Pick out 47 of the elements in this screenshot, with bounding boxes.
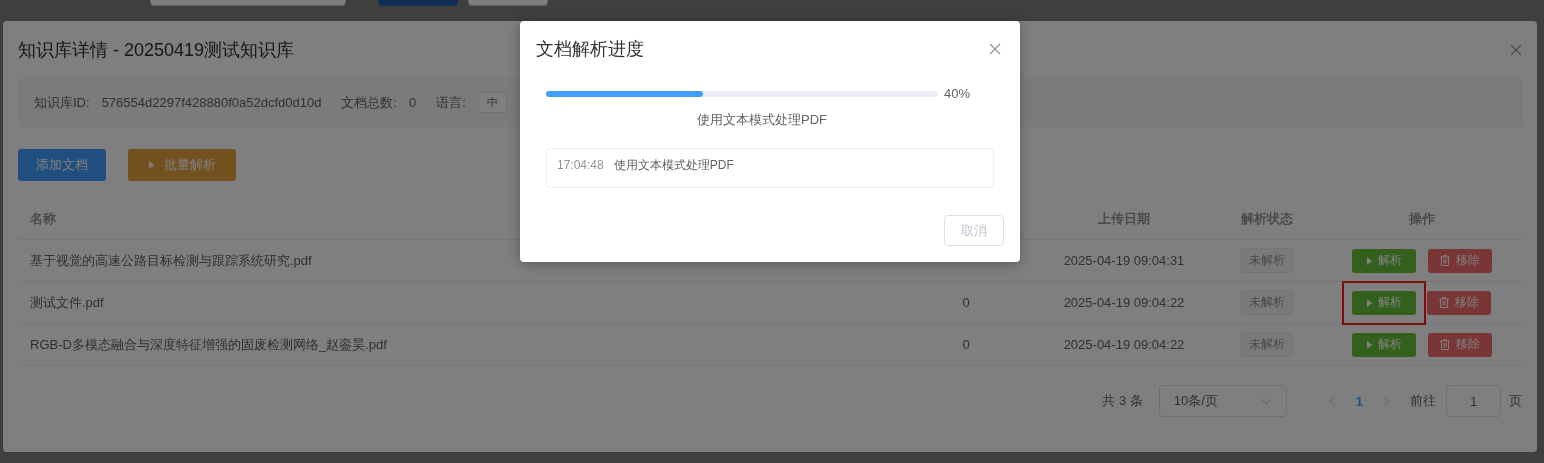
parse-button[interactable]: 解析 [1352, 248, 1416, 273]
table-cell: 0 [962, 337, 970, 352]
close-icon[interactable] [989, 42, 1001, 55]
log-time: 17:04:48 [557, 158, 604, 172]
trash-icon [1440, 255, 1450, 266]
info-value: 576554d2297f428880f0a52dcfd0d10d [101, 95, 322, 110]
dialog-title: 知识库详情 - 20250419测试知识库 [18, 38, 295, 62]
remove-button[interactable]: 移除 [1427, 290, 1491, 315]
parse-button[interactable]: 解析 [1352, 290, 1416, 315]
trash-icon [1440, 339, 1450, 350]
page-suffix: 页 [1509, 392, 1522, 410]
info-value: 0 [409, 95, 417, 110]
play-icon [1366, 256, 1372, 265]
status-text: 使用文本模式处理PDF [697, 112, 827, 127]
table-cell-text: RGB-D多模态融合与深度特征增强的固废检测网络_赵銮昊.pdf [29, 335, 388, 354]
batch-parse-button[interactable]: 批量解析 [128, 149, 236, 181]
table-cell-text: 基于视觉的高速公路目标检测与跟踪系统研究.pdf [29, 251, 313, 270]
previous-page-icon[interactable] [1328, 395, 1336, 407]
play-icon [148, 161, 154, 169]
page-size-select[interactable]: 10条/页 [1158, 385, 1287, 417]
info-label: 知识库ID: [34, 93, 90, 112]
info-label: 语言: [436, 93, 466, 112]
play-icon [1366, 298, 1372, 307]
chevron-down-icon [1259, 397, 1272, 405]
trash-icon [1439, 297, 1449, 308]
cancel-button[interactable]: 取消 [944, 215, 1004, 246]
table-cell-text: 测试文件.pdf [29, 293, 105, 312]
log-message: 使用文本模式处理PDF [613, 158, 734, 172]
total-count: 共 3 条 [1102, 392, 1143, 410]
add-document-button[interactable]: 添加文档 [18, 149, 106, 181]
next-page-icon[interactable] [1383, 395, 1390, 407]
table-cell: 0 [962, 295, 970, 310]
language-tag: 中 [477, 92, 507, 113]
table-cell: 2025-04-19 09:04:22 [1063, 295, 1185, 310]
goto-label: 前往 [1410, 392, 1436, 410]
table-cell: 2025-04-19 09:04:31 [1063, 253, 1185, 268]
parse-button[interactable]: 解析 [1352, 332, 1416, 357]
remove-button[interactable]: 移除 [1428, 248, 1492, 273]
dialog-title: 文档解析进度 [536, 37, 644, 61]
page-number[interactable]: 1 [1355, 393, 1363, 409]
progress-percent: 40% [944, 86, 971, 101]
table-cell: 2025-04-19 09:04:22 [1063, 337, 1185, 352]
close-icon[interactable] [1510, 43, 1522, 56]
info-label: 文档总数: [341, 93, 398, 112]
page-input[interactable]: 1 [1446, 385, 1501, 417]
remove-button[interactable]: 移除 [1428, 332, 1492, 357]
play-icon [1366, 340, 1372, 349]
